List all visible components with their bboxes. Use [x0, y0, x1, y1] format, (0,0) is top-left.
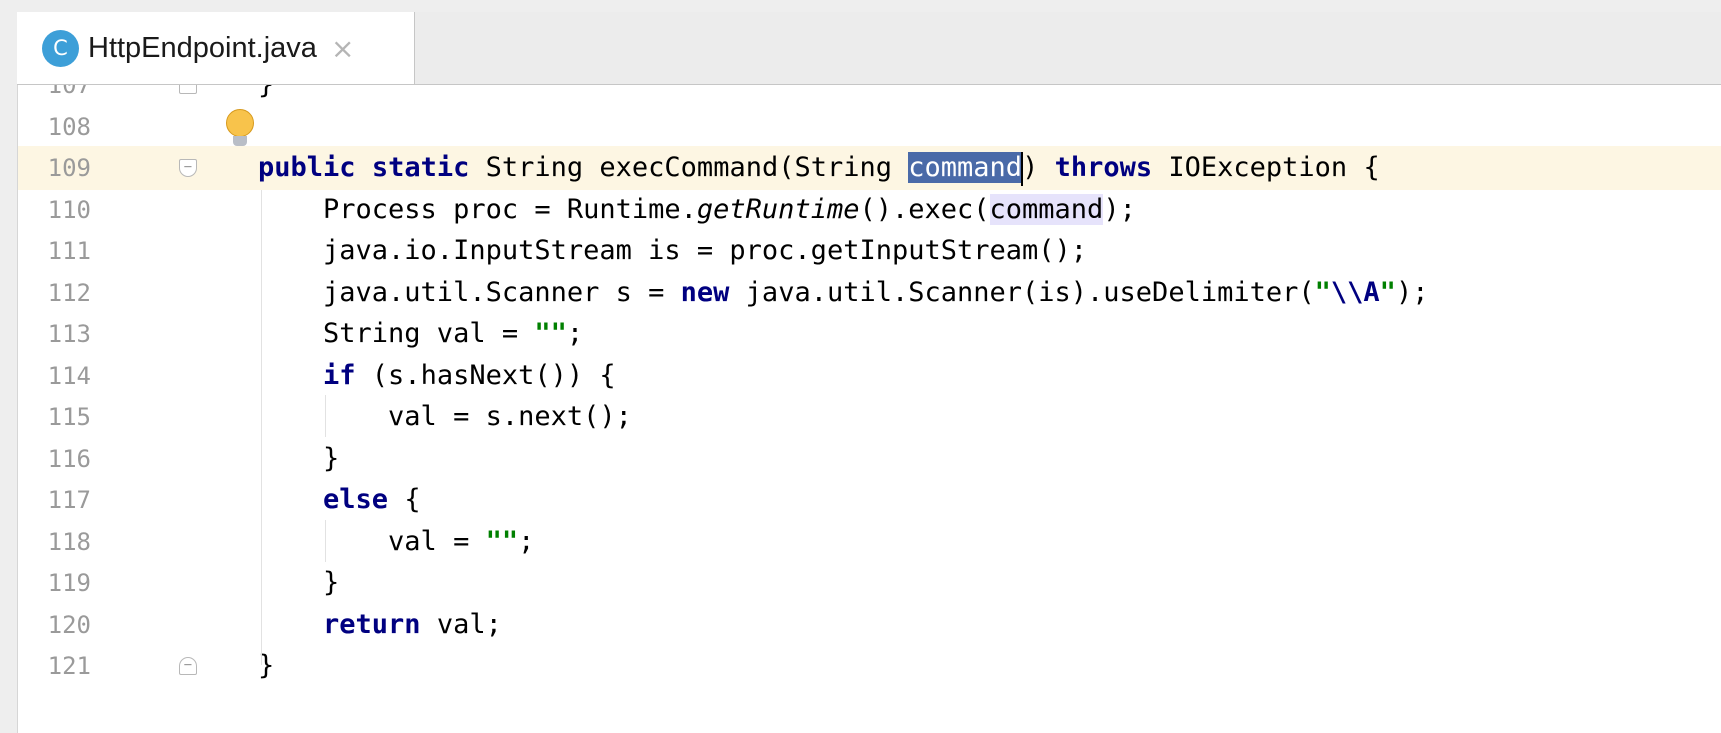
- line-number: 118: [47, 528, 91, 556]
- class-icon: C: [42, 29, 79, 67]
- left-border: [0, 12, 18, 733]
- line-number: 114: [47, 362, 91, 390]
- code-line[interactable]: 119 }: [18, 561, 1721, 605]
- line-number: 107: [47, 85, 91, 99]
- code-text: public static String execCommand(String …: [258, 146, 1380, 190]
- code-line[interactable]: 118 val = "";: [18, 520, 1721, 564]
- code-line[interactable]: 112 java.util.Scanner s = new java.util.…: [18, 271, 1721, 315]
- code-text: return val;: [323, 609, 502, 640]
- editor-tab-bar: C HttpEndpoint.java ×: [17, 12, 1721, 85]
- code-text: java.util.Scanner s = new java.util.Scan…: [258, 277, 1429, 308]
- tab-label: HttpEndpoint.java: [88, 31, 317, 64]
- close-icon[interactable]: ×: [331, 32, 354, 65]
- code-text: val = "";: [258, 526, 535, 557]
- code-line[interactable]: 107 − }: [18, 85, 1721, 107]
- code-text: val = s.next();: [258, 401, 632, 432]
- code-line[interactable]: 113 String val = "";: [18, 312, 1721, 356]
- code-line[interactable]: 121 − }: [18, 644, 1721, 688]
- line-number: 120: [47, 611, 91, 639]
- code-line-current[interactable]: 109 − public static String execCommand(S…: [18, 146, 1721, 190]
- line-number: 108: [47, 113, 91, 141]
- fold-icon[interactable]: −: [179, 657, 197, 675]
- code-line[interactable]: 117 else {: [18, 478, 1721, 522]
- line-number: 115: [47, 403, 91, 431]
- fold-icon[interactable]: −: [179, 85, 197, 94]
- code-text: }: [258, 567, 340, 598]
- indent-guide: [261, 190, 262, 665]
- code-line[interactable]: 110 Process proc = Runtime.getRuntime().…: [18, 188, 1721, 232]
- line-number: 117: [47, 486, 91, 514]
- line-number: 113: [47, 320, 91, 348]
- indent-guide: [325, 520, 326, 562]
- code-line[interactable]: 115 val = s.next();: [18, 395, 1721, 439]
- code-text: else {: [323, 484, 421, 515]
- line-number: 119: [47, 569, 91, 597]
- code-line[interactable]: 108: [18, 105, 1721, 149]
- code-text: }: [258, 443, 340, 474]
- code-text: java.io.InputStream is = proc.getInputSt…: [258, 235, 1088, 266]
- code-text: }: [258, 85, 274, 107]
- tab-http-endpoint[interactable]: C HttpEndpoint.java ×: [17, 12, 415, 84]
- fold-icon[interactable]: −: [179, 159, 197, 177]
- code-line[interactable]: 116 }: [18, 437, 1721, 481]
- indent-guide: [325, 395, 326, 437]
- line-number: 109: [47, 154, 91, 182]
- line-number: 112: [47, 279, 91, 307]
- line-number: 121: [47, 652, 91, 680]
- code-text: Process proc = Runtime.getRuntime().exec…: [258, 194, 1136, 225]
- code-line[interactable]: 111 java.io.InputStream is = proc.getInp…: [18, 229, 1721, 273]
- line-number: 110: [47, 196, 91, 224]
- line-number: 116: [47, 445, 91, 473]
- code-text: if (s.hasNext()) {: [323, 360, 616, 391]
- line-number: 111: [47, 237, 91, 265]
- code-line[interactable]: 120 return val;: [18, 603, 1721, 647]
- code-text: String val = "";: [258, 318, 584, 349]
- code-line[interactable]: 114 if (s.hasNext()) {: [18, 354, 1721, 398]
- lightbulb-icon[interactable]: [226, 109, 254, 153]
- code-editor[interactable]: 107 − } 108 109 − public static String e…: [18, 85, 1721, 733]
